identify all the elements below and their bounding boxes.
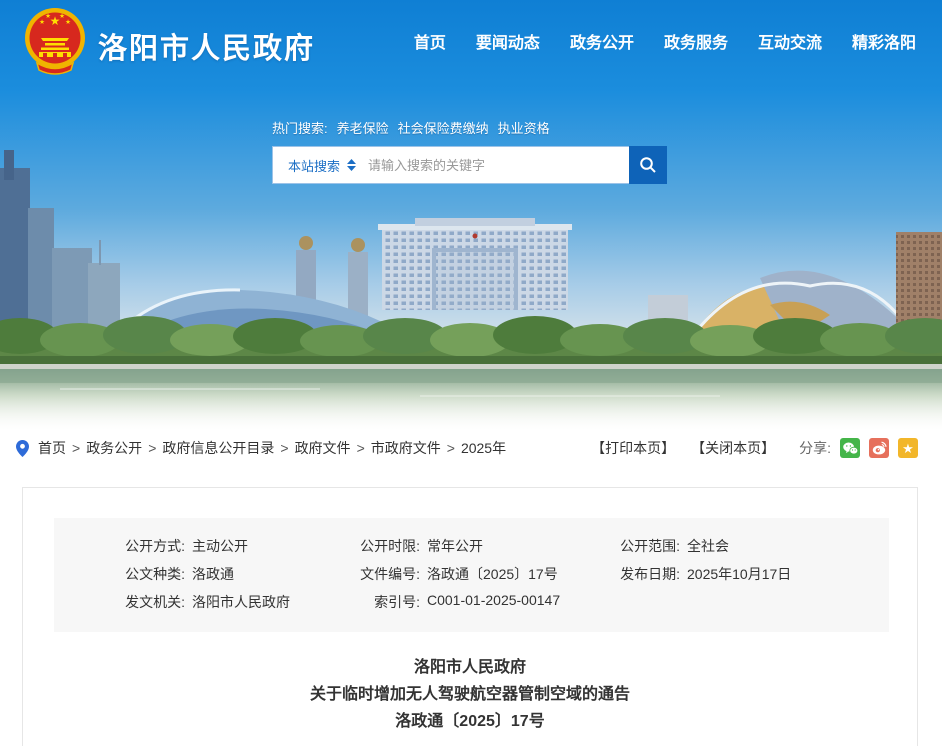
breadcrumb-separator: > <box>148 440 156 456</box>
hot-keyword-social-insurance[interactable]: 社会保险费缴纳 <box>398 118 489 137</box>
close-page-button[interactable]: 【关闭本页】 <box>691 438 775 458</box>
meta-open-method: 公开方式: 主动公开 <box>54 536 324 556</box>
page: ★ ★ ★ ★ ★ 洛阳市人民政府 首页 要闻动态 政务公开 政务服务 互动交流 <box>0 0 942 746</box>
search-box: 本站搜索 <box>272 146 629 184</box>
document-title-subject: 关于临时增加无人驾驶航空器管制空域的通告 <box>23 681 917 708</box>
search-scope-label: 本站搜索 <box>288 156 340 175</box>
meta-index-number: 索引号: C001-01-2025-00147 <box>324 592 586 612</box>
national-emblem-icon: ★ ★ ★ ★ ★ <box>24 7 86 77</box>
nav-item-splendid-luoyang[interactable]: 精彩洛阳 <box>852 29 916 53</box>
site-title: 洛阳市人民政府 <box>98 25 315 67</box>
search-bar: 本站搜索 <box>272 146 667 184</box>
breadcrumb-separator: > <box>280 440 288 456</box>
page-tools: 【打印本页】 【关闭本页】 分享: <box>575 438 918 458</box>
meta-row: 公开方式: 主动公开 公开时限: 常年公开 公开范围: 全社会 <box>54 532 889 560</box>
meta-open-scope: 公开范围: 全社会 <box>586 536 889 556</box>
main-nav: 首页 要闻动态 政务公开 政务服务 互动交流 精彩洛阳 <box>414 29 916 53</box>
nav-item-gov-disclosure[interactable]: 政务公开 <box>570 29 634 53</box>
breadcrumb-separator: > <box>72 440 80 456</box>
favorite-share-button[interactable]: ★ <box>898 438 918 458</box>
wechat-icon <box>843 442 858 455</box>
hot-keyword-qualification[interactable]: 执业资格 <box>498 118 550 137</box>
breadcrumb-separator: > <box>447 440 455 456</box>
document-title-issuer: 洛阳市人民政府 <box>23 654 917 681</box>
document-meta-box: 公开方式: 主动公开 公开时限: 常年公开 公开范围: 全社会 公文种类: 洛政… <box>54 518 889 632</box>
print-page-button[interactable]: 【打印本页】 <box>591 438 675 458</box>
nav-item-home[interactable]: 首页 <box>414 29 446 53</box>
meta-row: 公文种类: 洛政通 文件编号: 洛政通〔2025〕17号 发布日期: 2025年… <box>54 560 889 588</box>
share-label: 分享: <box>799 438 831 458</box>
weibo-share-button[interactable] <box>869 438 889 458</box>
meta-open-period: 公开时限: 常年公开 <box>324 536 586 556</box>
document-card: 公开方式: 主动公开 公开时限: 常年公开 公开范围: 全社会 公文种类: 洛政… <box>22 487 918 746</box>
favorite-star-icon: ★ <box>902 442 914 455</box>
svg-text:★: ★ <box>65 18 71 26</box>
search-input[interactable] <box>368 158 629 173</box>
search-button[interactable] <box>629 146 667 184</box>
location-pin-icon <box>16 440 29 457</box>
meta-doc-type: 公文种类: 洛政通 <box>54 564 324 584</box>
nav-item-interaction[interactable]: 互动交流 <box>758 29 822 53</box>
breadcrumb-year-2025[interactable]: 2025年 <box>461 438 506 458</box>
hot-keyword-pension[interactable]: 养老保险 <box>337 118 389 137</box>
breadcrumb-gov-disclosure[interactable]: 政务公开 <box>86 438 142 458</box>
meta-row: 发文机关: 洛阳市人民政府 索引号: C001-01-2025-00147 <box>54 588 889 616</box>
sort-arrows-icon <box>347 159 356 171</box>
top-header: ★ ★ ★ ★ ★ 洛阳市人民政府 首页 要闻动态 政务公开 政务服务 互动交流 <box>0 0 942 90</box>
document-number: 洛政通〔2025〕17号 <box>23 708 917 735</box>
breadcrumb-home[interactable]: 首页 <box>38 438 66 458</box>
breadcrumb-city-gov-documents[interactable]: 市政府文件 <box>371 438 441 458</box>
search-area: 热门搜索: 养老保险 社会保险费缴纳 执业资格 本站搜索 <box>272 118 672 184</box>
breadcrumb-info-catalog[interactable]: 政府信息公开目录 <box>162 438 274 458</box>
svg-text:★: ★ <box>45 12 51 20</box>
hot-search-row: 热门搜索: 养老保险 社会保险费缴纳 执业资格 <box>272 118 672 137</box>
meta-issuing-agency: 发文机关: 洛阳市人民政府 <box>54 592 324 612</box>
meta-doc-number: 文件编号: 洛政通〔2025〕17号 <box>324 564 586 584</box>
breadcrumb-row: 首页 > 政务公开 > 政府信息公开目录 > 政府文件 > 市政府文件 > 20… <box>0 430 942 466</box>
nav-item-news[interactable]: 要闻动态 <box>476 29 540 53</box>
meta-publish-date: 发布日期: 2025年10月17日 <box>586 564 889 584</box>
document-title-block: 洛阳市人民政府 关于临时增加无人驾驶航空器管制空域的通告 洛政通〔2025〕17… <box>23 654 917 735</box>
breadcrumb-gov-documents[interactable]: 政府文件 <box>295 438 351 458</box>
weibo-icon <box>872 441 887 455</box>
breadcrumb-separator: > <box>357 440 365 456</box>
hot-search-label: 热门搜索: <box>272 118 328 137</box>
nav-item-gov-services[interactable]: 政务服务 <box>664 29 728 53</box>
national-emblem-logo: ★ ★ ★ ★ ★ <box>24 7 86 77</box>
breadcrumb: 首页 > 政务公开 > 政府信息公开目录 > 政府文件 > 市政府文件 > 20… <box>38 438 506 458</box>
search-icon <box>639 156 657 174</box>
search-scope-select[interactable]: 本站搜索 <box>273 156 368 175</box>
wechat-share-button[interactable] <box>840 438 860 458</box>
